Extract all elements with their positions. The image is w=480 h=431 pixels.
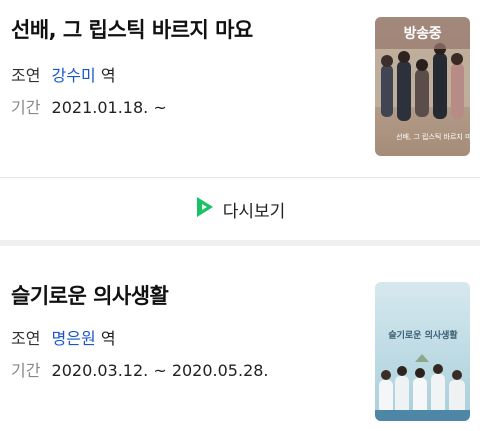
cast-suffix: 역 xyxy=(100,66,116,85)
period-label: 기간 xyxy=(11,98,41,117)
rewatch-label: 다시보기 xyxy=(222,201,286,222)
poster-thumbnail[interactable]: 선배, 그 립스틱 바르지 마요 방송중 xyxy=(375,17,470,156)
period-value: 2020.03.12. ~ 2020.05.28. xyxy=(51,361,269,380)
drama-card-1[interactable]: 선배, 그 립스틱 바르지 마요 조연 강수미 역 기간 2021.01.18.… xyxy=(0,0,480,176)
cast-label: 조연 xyxy=(11,329,41,348)
drama-title[interactable]: 슬기로운 의사생활 xyxy=(11,280,169,310)
period-row: 기간 2020.03.12. ~ 2020.05.28. xyxy=(11,357,269,381)
on-air-badge: 방송중 xyxy=(375,17,470,49)
cast-name-link[interactable]: 명은원 xyxy=(52,329,96,348)
cast-row: 조연 강수미 역 xyxy=(11,62,116,86)
cast-row: 조연 명은원 역 xyxy=(11,325,116,349)
play-icon xyxy=(195,196,215,223)
cast-name-link[interactable]: 강수미 xyxy=(52,66,96,85)
cast-label: 조연 xyxy=(11,66,41,85)
poster-title-text: 슬기로운 의사생활 xyxy=(388,329,458,341)
drama-title[interactable]: 선배, 그 립스틱 바르지 마요 xyxy=(11,14,253,44)
period-value: 2021.01.18. ~ xyxy=(51,98,167,117)
poster-title-text: 선배, 그 립스틱 바르지 마요 xyxy=(396,132,470,141)
poster-thumbnail[interactable]: 슬기로운 의사생활 xyxy=(375,282,470,421)
period-row: 기간 2021.01.18. ~ xyxy=(11,94,167,118)
poster-image: 슬기로운 의사생활 xyxy=(375,282,470,421)
period-label: 기간 xyxy=(11,361,41,380)
rewatch-button[interactable]: 다시보기 xyxy=(0,178,480,240)
cast-suffix: 역 xyxy=(100,329,116,348)
section-gap xyxy=(0,240,480,246)
